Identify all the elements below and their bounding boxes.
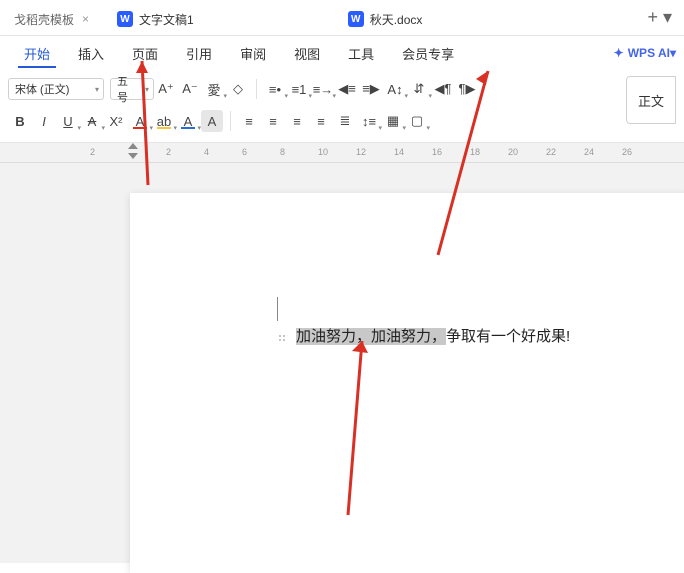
word-icon: W bbox=[348, 11, 364, 27]
align-justify-icon[interactable]: ≡ bbox=[310, 110, 332, 132]
annotation-arrow bbox=[320, 333, 380, 523]
ribbon-toolbar: 宋体 (正文)▾ 五号▾ A⁺ A⁻ 愛 ◇ ≡• ≡1 ≡→ ◀≡ ≡▶ A↕… bbox=[0, 70, 684, 143]
menu-tools[interactable]: 工具 bbox=[334, 36, 388, 70]
ruler-tick: 6 bbox=[242, 147, 247, 157]
bold-icon[interactable]: B bbox=[9, 110, 31, 132]
separator bbox=[256, 79, 257, 99]
ruler-tick: 8 bbox=[280, 147, 285, 157]
ruler-tick: 20 bbox=[508, 147, 518, 157]
line-spacing-icon[interactable]: ↕≡ bbox=[358, 110, 380, 132]
sort-icon[interactable]: ⇵ bbox=[408, 78, 430, 100]
wps-ai-button[interactable]: ✦WPS AI ▾ bbox=[614, 46, 676, 60]
decrease-font-icon[interactable]: A⁻ bbox=[179, 78, 201, 100]
menu-view[interactable]: 视图 bbox=[280, 36, 334, 70]
change-case-icon[interactable]: 愛 bbox=[203, 78, 225, 100]
annotation-arrow bbox=[428, 63, 508, 263]
menu-review[interactable]: 审阅 bbox=[226, 36, 280, 70]
ruler-tick: 24 bbox=[584, 147, 594, 157]
page[interactable]: 加油努力，加油努力，争取有一个好成果! bbox=[130, 193, 684, 573]
text-cursor bbox=[277, 297, 278, 321]
ruler-tick: 10 bbox=[318, 147, 328, 157]
tab-label: 戈稻壳模板 bbox=[14, 11, 74, 28]
ruler-tick: 2 bbox=[90, 147, 95, 157]
annotation-arrow bbox=[130, 53, 170, 193]
superscript-icon[interactable]: X² bbox=[105, 110, 127, 132]
tab-label: 文字文稿1 bbox=[139, 11, 194, 28]
increase-indent-icon[interactable]: ≡▶ bbox=[360, 78, 382, 100]
underline-icon[interactable]: U bbox=[57, 110, 79, 132]
unselected-text: 争取有一个好成果! bbox=[446, 328, 570, 345]
char-shading-icon[interactable]: A bbox=[201, 110, 223, 132]
chevron-down-icon: ▾ bbox=[95, 85, 99, 94]
clear-format-icon[interactable]: ◇ bbox=[227, 78, 249, 100]
align-left-icon[interactable]: ≡ bbox=[238, 110, 260, 132]
number-list-icon[interactable]: ≡1 bbox=[288, 78, 310, 100]
strikethrough-icon[interactable]: A bbox=[81, 110, 103, 132]
tab-doc1[interactable]: W 文字文稿1 bbox=[107, 4, 204, 34]
menu-insert[interactable]: 插入 bbox=[64, 36, 118, 70]
tab-template[interactable]: 戈稻壳模板 × bbox=[4, 4, 99, 34]
font-family-select[interactable]: 宋体 (正文)▾ bbox=[8, 78, 104, 100]
shading-icon[interactable]: ▦ bbox=[382, 110, 404, 132]
paragraph-handle-icon[interactable] bbox=[278, 331, 288, 341]
style-normal-button[interactable]: 正文 bbox=[626, 76, 676, 124]
word-icon: W bbox=[117, 11, 133, 27]
spark-icon: ✦ bbox=[614, 46, 624, 60]
decrease-indent-icon[interactable]: ◀≡ bbox=[336, 78, 358, 100]
menu-ref[interactable]: 引用 bbox=[172, 36, 226, 70]
align-right-icon[interactable]: ≡ bbox=[286, 110, 308, 132]
separator bbox=[230, 111, 231, 131]
bullet-list-icon[interactable]: ≡• bbox=[264, 78, 286, 100]
distribute-icon[interactable]: ≣ bbox=[334, 110, 356, 132]
text-direction-icon[interactable]: A↕ bbox=[384, 78, 406, 100]
tab-doc2[interactable]: W 秋天.docx bbox=[338, 4, 433, 34]
font-color-icon[interactable]: A bbox=[177, 110, 199, 132]
document-canvas: 加油努力，加油努力，争取有一个好成果! bbox=[0, 163, 684, 563]
ruler-tick: 12 bbox=[356, 147, 366, 157]
multilevel-list-icon[interactable]: ≡→ bbox=[312, 78, 334, 100]
menu-bar: 开始 插入 页面 引用 审阅 视图 工具 会员专享 ✦WPS AI ▾ bbox=[0, 36, 684, 70]
ruler-tick: 22 bbox=[546, 147, 556, 157]
close-icon[interactable]: × bbox=[82, 12, 89, 26]
ruler-tick: 26 bbox=[622, 147, 632, 157]
new-tab-button[interactable]: + ▾ bbox=[635, 7, 684, 28]
menu-start[interactable]: 开始 bbox=[10, 36, 64, 70]
horizontal-ruler[interactable]: 2 2 4 6 8 10 12 14 16 18 20 22 24 26 bbox=[0, 143, 684, 163]
align-center-icon[interactable]: ≡ bbox=[262, 110, 284, 132]
borders-icon[interactable]: ▢ bbox=[406, 110, 428, 132]
document-tabs: 戈稻壳模板 × W 文字文稿1 W 秋天.docx + ▾ bbox=[0, 0, 684, 36]
tab-label: 秋天.docx bbox=[370, 11, 423, 28]
ruler-tick: 14 bbox=[394, 147, 404, 157]
italic-icon[interactable]: I bbox=[33, 110, 55, 132]
ruler-tick: 4 bbox=[204, 147, 209, 157]
